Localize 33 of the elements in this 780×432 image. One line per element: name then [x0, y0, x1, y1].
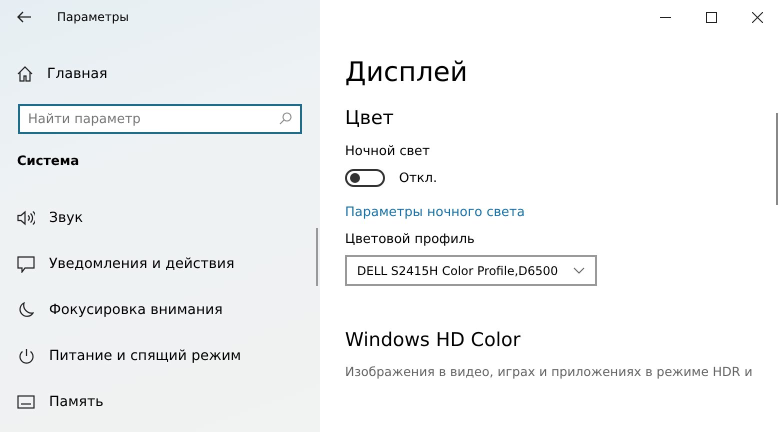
search-field[interactable]: Найти параметр [18, 104, 302, 134]
maximize-icon [706, 12, 716, 22]
toggle-state-text: Откл. [399, 170, 438, 186]
chevron-down-icon [573, 267, 585, 274]
section-heading: Windows HD Color [345, 328, 522, 353]
search-icon [279, 112, 292, 125]
nav-item[interactable]: Звук [0, 195, 320, 241]
setting-label: Ночной свет [345, 144, 431, 159]
color-profile-dropdown[interactable]: DELL S2415H Color Profile,D6500 [345, 255, 597, 286]
nav-item[interactable]: Уведомления и действия [0, 241, 320, 287]
toggle-switch[interactable] [345, 169, 385, 187]
night-light-settings-link[interactable]: Параметры ночного света [345, 205, 525, 220]
setting-label: Цветовой профиль [345, 232, 476, 247]
home-icon [17, 66, 33, 82]
nav-item[interactable]: Фокусировка внимания [0, 287, 320, 333]
scrollbar[interactable] [316, 228, 318, 286]
close-icon [752, 12, 762, 22]
speaker-icon [17, 210, 35, 226]
page-title: Дисплей [345, 56, 469, 90]
home-nav-item[interactable]: Главная [0, 56, 320, 92]
nav-item[interactable]: Память [0, 379, 320, 425]
nav-item[interactable]: Питание и спящий режим [0, 333, 320, 379]
minimize-icon [660, 16, 670, 18]
storage-icon [17, 395, 35, 409]
scrollbar[interactable] [776, 113, 778, 205]
section-heading: Цвет [345, 106, 395, 131]
description-text: Изображения в видео, играх и приложениях в режиме HDR и [345, 364, 754, 379]
back-arrow-icon[interactable] [17, 11, 31, 23]
window-title: Параметры [57, 10, 129, 24]
section-heading: Система [16, 154, 80, 169]
moon-icon [18, 302, 34, 318]
speech-bubble-icon [17, 256, 35, 272]
power-icon [18, 348, 34, 364]
